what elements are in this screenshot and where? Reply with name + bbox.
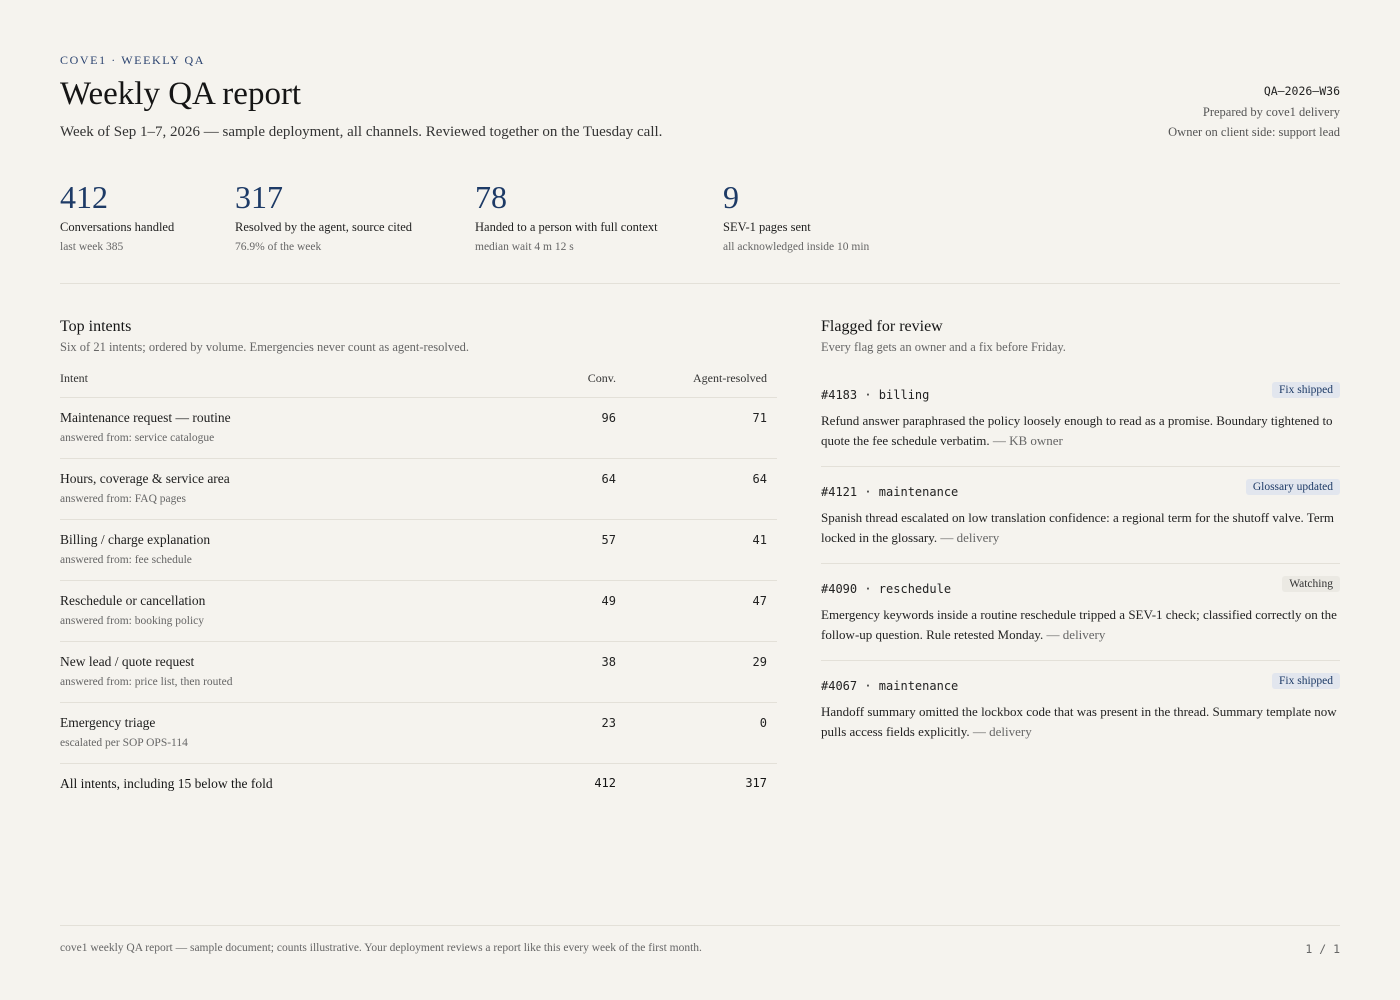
flag-body: Refund answer paraphrased the policy loo…: [821, 413, 1333, 448]
stat-sub: last week 385: [60, 241, 124, 253]
section-title: Flagged for review: [821, 318, 943, 335]
flagged-section: Flagged for review Every flag gets an ow…: [821, 318, 1340, 758]
report-page: COVE1 · WEEKLY QA Weekly QA report Week …: [60, 0, 1340, 1000]
flag-item: #4183 · billing Fix shipped Refund answe…: [821, 370, 1340, 467]
stat-sub: median wait 4 m 12 s: [475, 241, 574, 253]
report-code: QA–2026–W36: [1263, 84, 1340, 98]
flag-id: #4067 · maintenance: [821, 679, 959, 693]
intent-conv: 23: [601, 716, 616, 730]
total-label: All intents, including 15 below the fold: [60, 776, 273, 791]
eyebrow: COVE1 · WEEKLY QA: [60, 53, 205, 67]
table-row: New lead / quote request answered from: …: [60, 642, 777, 703]
table-row: Billing / charge explanation answered fr…: [60, 520, 777, 581]
flag-id: #4183 · billing: [821, 388, 930, 402]
flag-body: Spanish thread escalated on low translat…: [821, 510, 1335, 545]
stats-strip: 412 Conversations handled last week 385 …: [60, 178, 1340, 284]
intent-source: answered from: booking policy: [60, 615, 205, 627]
intent-conv: 49: [601, 594, 616, 608]
intent-conv: 64: [601, 472, 616, 486]
status-badge: Watching: [1282, 576, 1340, 592]
stat-value: 412: [60, 179, 108, 215]
stat-sev1: 9 SEV-1 pages sent all acknowledged insi…: [723, 178, 869, 253]
stat-label: Conversations handled: [60, 220, 175, 234]
flag-item: #4090 · reschedule Watching Emergency ke…: [821, 564, 1340, 661]
status-badge: Glossary updated: [1245, 479, 1340, 495]
table-row: Hours, coverage & service area answered …: [60, 459, 777, 520]
stat-handed-off: 78 Handed to a person with full context …: [475, 178, 658, 253]
stat-value: 317: [235, 179, 283, 215]
intent-name: Reschedule or cancellation: [60, 593, 206, 608]
client-owner: Owner on client side: support lead: [1168, 125, 1340, 139]
intent-resolved: 41: [752, 533, 767, 547]
intent-name: Hours, coverage & service area: [60, 471, 230, 486]
report-meta: QA–2026–W36 Prepared by cove1 delivery O…: [1168, 84, 1340, 144]
column-header-resolved: Agent-resolved: [693, 371, 767, 385]
intent-conv: 96: [601, 411, 616, 425]
flag-owner: — delivery: [972, 723, 1032, 739]
intent-source: answered from: fee schedule: [60, 554, 192, 566]
intent-source: answered from: price list, then routed: [60, 676, 233, 688]
stat-resolved: 317 Resolved by the agent, source cited …: [235, 178, 412, 253]
stat-sub: all acknowledged inside 10 min: [723, 241, 870, 253]
section-title: Top intents: [60, 318, 132, 335]
page-number: 1 / 1: [1305, 942, 1340, 956]
flag-owner: — delivery: [1046, 626, 1106, 642]
column-header-intent: Intent: [60, 371, 88, 385]
stat-label: Handed to a person with full context: [475, 220, 658, 234]
stat-sub: 76.9% of the week: [235, 241, 322, 253]
prepared-by: Prepared by cove1 delivery: [1202, 105, 1340, 119]
intent-resolved: 29: [752, 655, 767, 669]
page-subtitle: Week of Sep 1–7, 2026 — sample deploymen…: [60, 124, 663, 140]
intent-name: Billing / charge explanation: [60, 532, 211, 547]
total-conv: 412: [594, 776, 616, 790]
flag-id: #4121 · maintenance: [821, 485, 959, 499]
table-row: Maintenance request — routine answered f…: [60, 398, 777, 459]
table-row: Emergency triage escalated per SOP OPS-1…: [60, 703, 777, 764]
column-header-conv: Conv.: [587, 371, 616, 385]
intent-resolved: 47: [752, 594, 767, 608]
intent-resolved: 64: [752, 472, 767, 486]
flag-id: #4090 · reschedule: [821, 582, 952, 596]
flag-body: Handoff summary omitted the lockbox code…: [821, 704, 1337, 739]
stat-value: 78: [475, 179, 507, 215]
section-subtitle: Every flag gets an owner and a fix befor…: [821, 340, 1066, 354]
intent-name: Emergency triage: [60, 715, 156, 730]
section-subtitle: Six of 21 intents; ordered by volume. Em…: [60, 340, 470, 354]
page-title: Weekly QA report: [60, 76, 302, 112]
flag-owner: — KB owner: [992, 432, 1063, 448]
stat-conversations: 412 Conversations handled last week 385: [60, 178, 174, 253]
stat-label: Resolved by the agent, source cited: [235, 220, 413, 234]
table-header: Intent Conv. Agent-resolved: [60, 371, 777, 398]
total-resolved: 317: [745, 776, 767, 790]
intent-source: answered from: service catalogue: [60, 432, 215, 444]
status-badge: Fix shipped: [1272, 673, 1340, 689]
page-footer: cove1 weekly QA report — sample document…: [60, 925, 1340, 956]
stat-value: 9: [723, 179, 739, 215]
intent-source: escalated per SOP OPS-114: [60, 737, 188, 749]
flag-item: #4121 · maintenance Glossary updated Spa…: [821, 467, 1340, 564]
table-total-row: All intents, including 15 below the fold…: [60, 764, 777, 804]
intent-resolved: 71: [752, 411, 767, 425]
footer-note: cove1 weekly QA report — sample document…: [60, 942, 702, 954]
flag-owner: — delivery: [940, 529, 1000, 545]
intent-resolved: 0: [759, 716, 767, 730]
intent-name: Maintenance request — routine: [60, 410, 231, 425]
stat-label: SEV-1 pages sent: [723, 220, 811, 234]
top-intents-section: Top intents Six of 21 intents; ordered b…: [60, 318, 777, 804]
intent-conv: 38: [601, 655, 616, 669]
status-badge: Fix shipped: [1272, 382, 1340, 398]
table-row: Reschedule or cancellation answered from…: [60, 581, 777, 642]
intent-name: New lead / quote request: [60, 654, 195, 669]
intent-source: answered from: FAQ pages: [60, 493, 186, 505]
flag-item: #4067 · maintenance Fix shipped Handoff …: [821, 661, 1340, 758]
intent-conv: 57: [601, 533, 616, 547]
